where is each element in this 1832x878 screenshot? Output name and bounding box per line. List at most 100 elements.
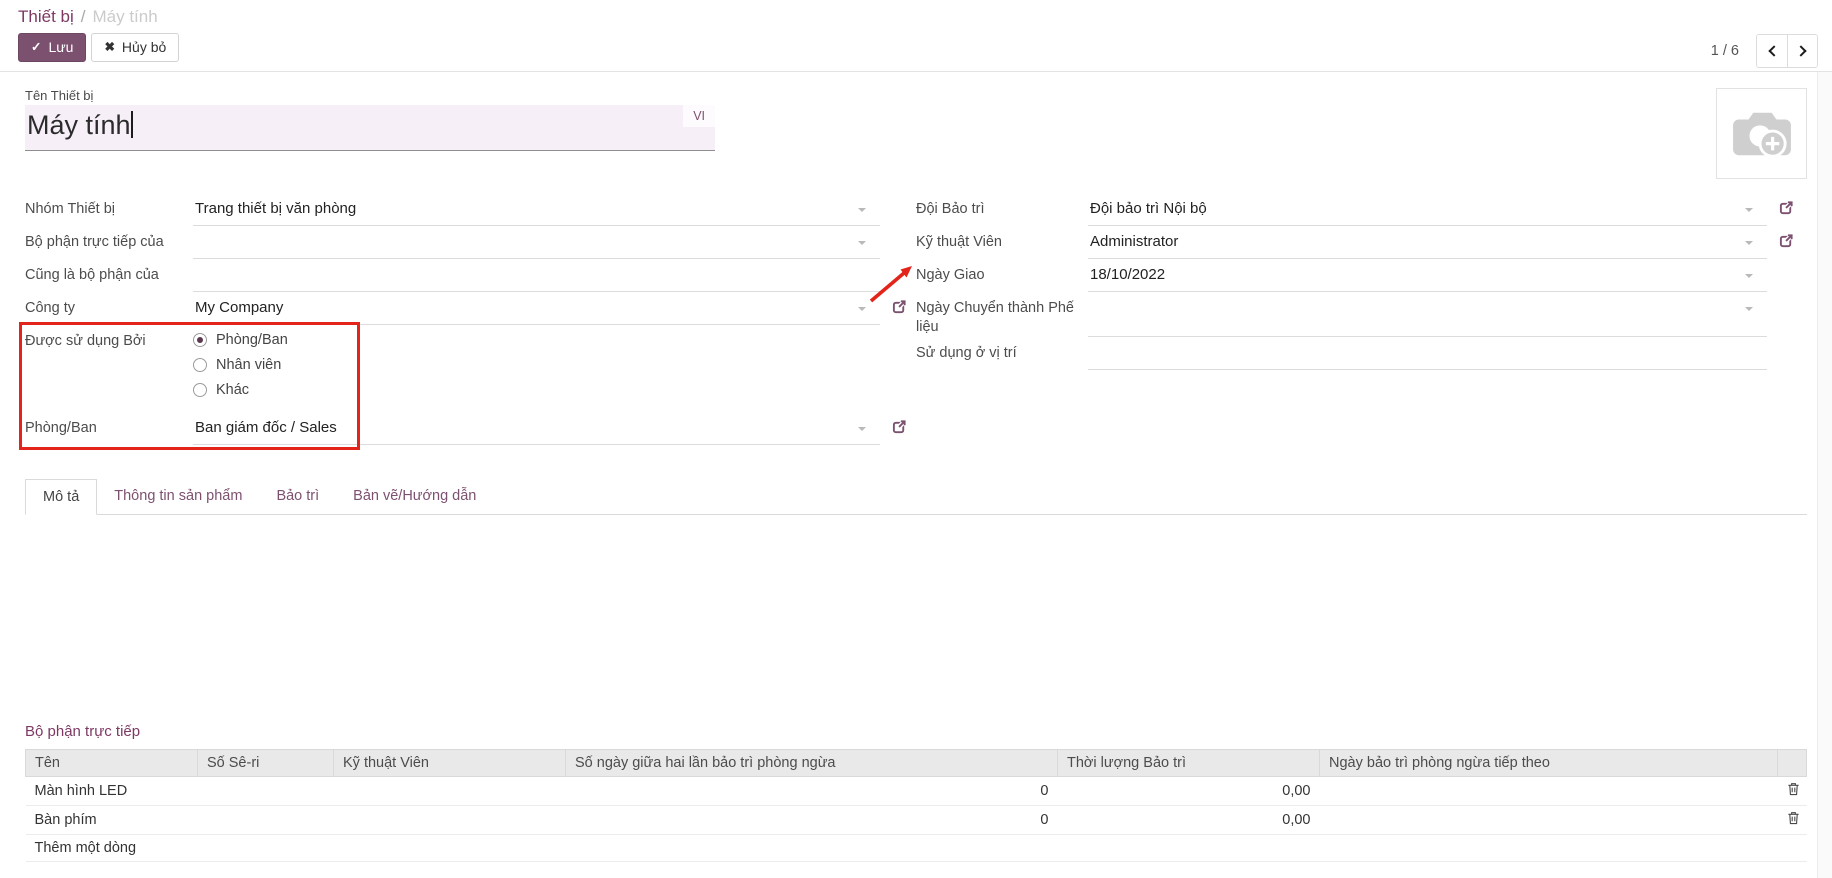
notebook-tabs: Mô tả Thông tin sản phẩm Bảo trì Bản vẽ/… [25,479,1807,515]
equipment-category-input[interactable]: Trang thiết bị văn phòng [193,193,880,226]
department-input[interactable]: Ban giám đốc / Sales [193,412,880,445]
table-header-row: Tên Số Sê-ri Kỹ thuật Viên Số ngày giữa … [26,750,1807,777]
field-row-assigned-date: Ngày Giao 18/10/2022 [916,259,1767,292]
field-label: Sử dụng ở vị trí [916,337,1088,370]
field-value: 18/10/2022 [1090,266,1165,283]
column-header-duration[interactable]: Thời lượng Bảo trì [1058,750,1320,777]
field-row-maintenance-team: Đội Bảo trì Đội bảo trì Nội bộ [916,193,1767,226]
field-value: Trang thiết bị văn phòng [195,200,356,217]
language-badge[interactable]: VI [683,105,715,127]
external-link-icon[interactable] [1779,233,1794,252]
tab-drawings-instructions[interactable]: Bản vẽ/Hướng dẫn [336,479,493,514]
section-title-direct-parts: Bộ phận trực tiếp [25,723,1807,740]
caret-down-icon[interactable] [1745,274,1753,282]
tab-description[interactable]: Mô tả [25,479,97,515]
column-header-name[interactable]: Tên [26,750,198,777]
cell-technician[interactable] [334,806,566,835]
trash-icon [1787,811,1800,825]
external-link-icon[interactable] [892,299,907,318]
used-in-location-input[interactable] [1088,337,1767,370]
pager-next-button[interactable] [1787,35,1817,67]
cell-days-between[interactable]: 0 [566,777,1058,806]
field-row-equipment-category: Nhóm Thiết bị Trang thiết bị văn phòng [25,193,880,226]
caret-down-icon[interactable] [1745,241,1753,249]
table-row[interactable]: Màn hình LED 0 0,00 [26,777,1807,806]
external-link-icon[interactable] [1779,200,1794,219]
cell-serial[interactable] [198,777,334,806]
field-value: Administrator [1090,233,1178,250]
also-part-of-input[interactable] [193,259,880,292]
radio-selected-icon[interactable] [193,333,207,347]
caret-down-icon[interactable] [858,208,866,216]
pager-count: 1 / 6 [1711,43,1739,59]
cell-days-between[interactable]: 0 [566,806,1058,835]
chevron-right-icon [1795,45,1806,56]
column-header-next-date[interactable]: Ngày bảo trì phòng ngừa tiếp theo [1320,750,1778,777]
field-label: Kỹ thuật Viên [916,226,1088,259]
cell-next-date[interactable] [1320,806,1778,835]
cell-name[interactable]: Màn hình LED [26,777,198,806]
tab-maintenance[interactable]: Bảo trì [259,479,336,514]
radio-option-department[interactable]: Phòng/Ban [193,332,288,348]
pager-previous-button[interactable] [1757,35,1787,67]
caret-down-icon[interactable] [858,427,866,435]
field-row-direct-part-of: Bộ phận trực tiếp của [25,226,880,259]
radio-label: Nhân viên [216,357,281,373]
cell-duration[interactable]: 0,00 [1058,806,1320,835]
radio-unselected-icon[interactable] [193,358,207,372]
field-row-scrap-date: Ngày Chuyển thành Phế liệu [916,292,1767,337]
breadcrumb-parent-link[interactable]: Thiết bị [18,7,74,26]
camera-plus-icon [1731,107,1793,161]
field-label: Ngày Chuyển thành Phế liệu [916,292,1088,337]
direct-part-of-input[interactable] [193,226,880,259]
field-value: Ban giám đốc / Sales [195,419,337,436]
cell-name[interactable]: Bàn phím [26,806,198,835]
save-button-label: Lưu [48,40,73,55]
direct-parts-table: Tên Số Sê-ri Kỹ thuật Viên Số ngày giữa … [25,749,1807,862]
radio-unselected-icon[interactable] [193,383,207,397]
column-header-days-between[interactable]: Số ngày giữa hai lần bảo trì phòng ngừa [566,750,1058,777]
vertical-scrollbar[interactable] [1817,72,1832,878]
equipment-name-label: Tên Thiết bị [25,88,1807,103]
tab-product-information[interactable]: Thông tin sản phẩm [97,479,259,514]
discard-button[interactable]: ✖ Hủy bỏ [91,33,179,62]
tab-content-description[interactable] [25,515,1807,711]
maintenance-team-input[interactable]: Đội bảo trì Nội bộ [1088,193,1767,226]
delete-row-button[interactable] [1778,777,1807,806]
company-input[interactable]: My Company [193,292,880,325]
column-header-actions [1778,750,1807,777]
field-label: Bộ phận trực tiếp của [25,226,193,259]
form-sheet: Tên Thiết bị Máy tính VI Nhóm Thiết bị T… [0,72,1832,862]
radio-option-other[interactable]: Khác [193,382,288,398]
caret-down-icon[interactable] [858,241,866,249]
field-label: Công ty [25,292,193,325]
radio-label: Khác [216,382,249,398]
cell-technician[interactable] [334,777,566,806]
cell-duration[interactable]: 0,00 [1058,777,1320,806]
field-label: Cũng là bộ phận của [25,259,193,292]
field-row-also-part-of: Cũng là bộ phận của [25,259,880,292]
table-row[interactable]: Bàn phím 0 0,00 [26,806,1807,835]
radio-option-employee[interactable]: Nhân viên [193,357,288,373]
add-row-link[interactable]: Thêm một dòng [26,835,1807,862]
technician-input[interactable]: Administrator [1088,226,1767,259]
scrap-date-input[interactable] [1088,292,1767,337]
save-button[interactable]: ✓ Lưu [18,33,86,62]
cell-serial[interactable] [198,806,334,835]
delete-row-button[interactable] [1778,806,1807,835]
equipment-name-input[interactable]: Máy tính VI [25,105,715,151]
equipment-image-upload[interactable] [1716,88,1807,179]
column-header-technician[interactable]: Kỹ thuật Viên [334,750,566,777]
caret-down-icon[interactable] [858,307,866,315]
cell-next-date[interactable] [1320,777,1778,806]
external-link-icon[interactable] [892,419,907,438]
breadcrumb: Thiết bị/Máy tính [18,7,1816,27]
column-header-serial[interactable]: Số Sê-ri [198,750,334,777]
discard-button-label: Hủy bỏ [122,40,166,55]
caret-down-icon[interactable] [1745,307,1753,315]
add-row[interactable]: Thêm một dòng [26,835,1807,862]
breadcrumb-current: Máy tính [92,7,157,26]
assigned-date-input[interactable]: 18/10/2022 [1088,259,1767,292]
caret-down-icon[interactable] [1745,208,1753,216]
trash-icon [1787,782,1800,796]
